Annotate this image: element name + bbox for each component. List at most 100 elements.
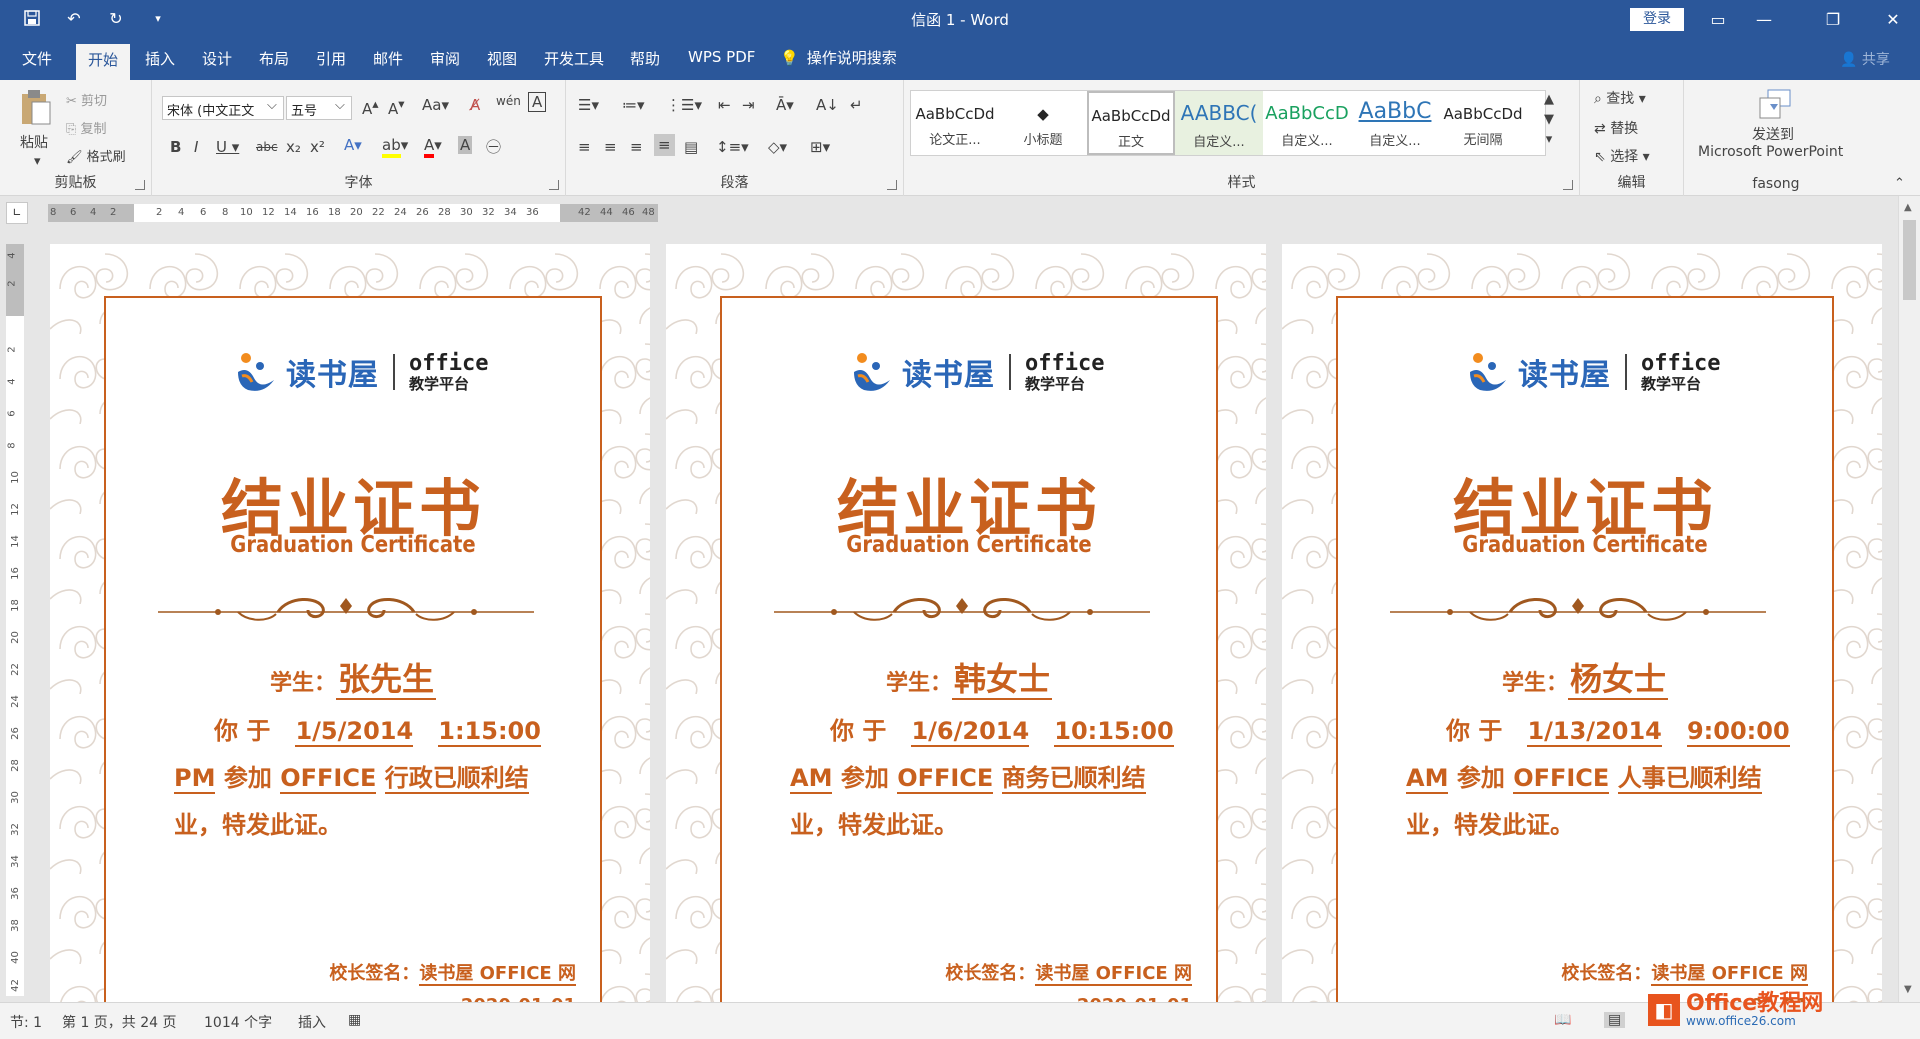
tab-developer[interactable]: 开发工具 [544, 48, 604, 69]
style-item[interactable]: AaBbCcDd 无间隔 [1439, 91, 1527, 155]
document-page[interactable]: 读书屋 office 教学平台 结业证书 Graduation Certific… [50, 244, 650, 1004]
share-button[interactable]: 👤 共享 [1840, 49, 1890, 69]
print-layout-icon[interactable]: ▤ [1604, 1012, 1626, 1028]
style-item[interactable]: AaBbC 自定义... [1351, 91, 1439, 155]
font-color-icon[interactable]: A▾ [424, 136, 442, 158]
minimize-icon[interactable]: — [1741, 0, 1787, 38]
read-mode-icon[interactable]: 📖 [1554, 1012, 1571, 1028]
strikethrough-icon[interactable]: abc [256, 140, 278, 154]
sort-icon[interactable]: A↓ [816, 96, 839, 114]
character-border-icon[interactable]: A [528, 92, 547, 112]
collapse-ribbon-icon[interactable]: ⌃ [1894, 176, 1905, 191]
borders-icon[interactable]: ⊞▾ [810, 138, 830, 156]
clipboard-launcher-icon[interactable] [135, 180, 145, 190]
shading-icon[interactable]: ◇▾ [768, 138, 787, 156]
select-button[interactable]: ⇖ 选择 ▾ [1594, 146, 1650, 166]
tab-selector[interactable]: ∟ [6, 202, 28, 224]
find-button[interactable]: ⌕ 查找 ▾ [1594, 88, 1646, 108]
scroll-down-arrow-icon[interactable]: ▼ [1904, 984, 1912, 995]
change-case-icon[interactable]: Aa▾ [422, 96, 449, 114]
align-center-icon[interactable]: ≡ [604, 138, 617, 156]
tab-mailings[interactable]: 邮件 [373, 48, 403, 69]
subscript-icon[interactable]: x₂ [286, 138, 301, 156]
tab-file[interactable]: 文件 [22, 48, 52, 69]
style-item[interactable]: AaBbCcD 自定义... [1263, 91, 1351, 155]
tab-wps-pdf[interactable]: WPS PDF [688, 48, 755, 66]
paste-icon[interactable] [18, 88, 56, 130]
line-spacing-icon[interactable]: ↕≡▾ [716, 138, 749, 156]
enclose-characters-icon[interactable]: ㊀ [486, 136, 501, 157]
tab-view[interactable]: 视图 [487, 48, 517, 69]
clear-formatting-icon[interactable]: A̸ [470, 96, 480, 114]
highlight-icon[interactable]: ab▾ [382, 136, 408, 158]
chinese-layout-icon[interactable]: Ā▾ [776, 96, 794, 114]
scroll-up-icon[interactable]: ▲ [1544, 90, 1554, 110]
send-to-ppt-icon[interactable] [1758, 88, 1794, 124]
align-left-icon[interactable]: ≡ [578, 138, 591, 156]
decrease-indent-icon[interactable]: ⇤ [718, 96, 731, 114]
status-section[interactable]: 节: 1 [10, 1012, 42, 1032]
paste-button[interactable]: 粘贴 [20, 132, 48, 152]
justify-icon[interactable]: ≡ [654, 134, 675, 156]
paragraph-launcher-icon[interactable] [887, 180, 897, 190]
horizontal-ruler[interactable]: 8 6 4 2 2 4 6 8 10 12 14 16 18 20 22 24 … [48, 204, 658, 222]
close-icon[interactable]: ✕ [1870, 0, 1916, 38]
phonetic-guide-icon[interactable]: wén [496, 94, 521, 108]
font-name-select[interactable]: 宋体 (中文正文 [162, 96, 284, 120]
scrollbar-thumb[interactable] [1903, 220, 1916, 300]
tab-insert[interactable]: 插入 [145, 48, 175, 69]
bullets-icon[interactable]: ☰▾ [578, 96, 599, 114]
vertical-scrollbar[interactable]: ▲ ▼ [1898, 196, 1920, 1002]
status-words[interactable]: 1014 个字 [204, 1012, 272, 1032]
scroll-down-icon[interactable]: ▼ [1544, 110, 1554, 130]
style-item[interactable]: ◆ 小标题 [999, 91, 1087, 155]
ribbon-display-icon[interactable]: ▭ [1695, 0, 1741, 38]
copy-button[interactable]: ⎘ 复制 [66, 118, 107, 137]
styles-launcher-icon[interactable] [1563, 180, 1573, 190]
underline-icon[interactable]: U ▾ [216, 138, 239, 156]
status-insert-mode[interactable]: 插入 [298, 1012, 326, 1032]
bold-icon[interactable]: B [170, 138, 181, 156]
status-page[interactable]: 第 1 页，共 24 页 [62, 1012, 177, 1032]
increase-indent-icon[interactable]: ⇥ [742, 96, 755, 114]
login-button[interactable]: 登录 [1630, 8, 1684, 31]
tell-me-search[interactable]: 💡 操作说明搜索 [780, 47, 897, 68]
tab-references[interactable]: 引用 [316, 48, 346, 69]
style-item-selected[interactable]: AaBbCcDd 正文 [1087, 91, 1175, 155]
styles-scroll-controls[interactable]: ▲ ▼ ▾ [1544, 90, 1554, 150]
tab-design[interactable]: 设计 [202, 48, 232, 69]
character-shading-icon[interactable]: A [458, 136, 473, 154]
document-page[interactable]: 读书屋 office 教学平台 结业证书 Graduation Certific… [666, 244, 1266, 1004]
show-marks-icon[interactable]: ↵ [850, 96, 863, 114]
grow-font-icon[interactable]: A▴ [362, 96, 379, 118]
vertical-ruler[interactable]: 4 2 2 4 6 8 10 12 14 16 18 20 22 24 26 2… [6, 244, 24, 996]
style-item[interactable]: AABBC( 自定义... [1175, 91, 1263, 155]
send-to-label-2[interactable]: Microsoft PowerPoint [1698, 144, 1843, 160]
restore-icon[interactable]: ❐ [1810, 0, 1856, 38]
multilevel-list-icon[interactable]: ⋮☰▾ [666, 96, 702, 114]
document-page[interactable]: 读书屋 office 教学平台 结业证书 Graduation Certific… [1282, 244, 1882, 1004]
more-styles-icon[interactable]: ▾ [1544, 130, 1554, 150]
send-to-label-1[interactable]: 发送到 [1752, 124, 1794, 144]
shrink-font-icon[interactable]: A▾ [388, 96, 405, 118]
macro-record-icon[interactable]: ▦ [348, 1012, 361, 1028]
tab-home[interactable]: 开始 [76, 44, 131, 80]
font-name-dropdown-icon[interactable]: ⌵ [267, 98, 277, 113]
font-launcher-icon[interactable] [549, 180, 559, 190]
align-right-icon[interactable]: ≡ [630, 138, 643, 156]
distributed-icon[interactable]: ▤ [684, 138, 698, 156]
paste-dropdown-icon[interactable]: ▾ [34, 154, 41, 169]
tab-help[interactable]: 帮助 [630, 48, 660, 69]
numbering-icon[interactable]: ≔▾ [622, 96, 645, 114]
style-item[interactable]: AaBbCcDd 论文正... [911, 91, 999, 155]
font-size-dropdown-icon[interactable]: ⌵ [335, 98, 345, 113]
replace-button[interactable]: ⇄ 替换 [1594, 118, 1638, 138]
tab-review[interactable]: 审阅 [430, 48, 460, 69]
superscript-icon[interactable]: x² [310, 138, 325, 156]
cut-button[interactable]: ✂ 剪切 [66, 90, 107, 109]
italic-icon[interactable]: I [194, 138, 198, 156]
format-painter-button[interactable]: 🖌 格式刷 [66, 146, 126, 165]
text-effects-icon[interactable]: A▾ [344, 136, 362, 154]
scroll-up-arrow-icon[interactable]: ▲ [1904, 202, 1912, 213]
tab-layout[interactable]: 布局 [259, 48, 289, 69]
